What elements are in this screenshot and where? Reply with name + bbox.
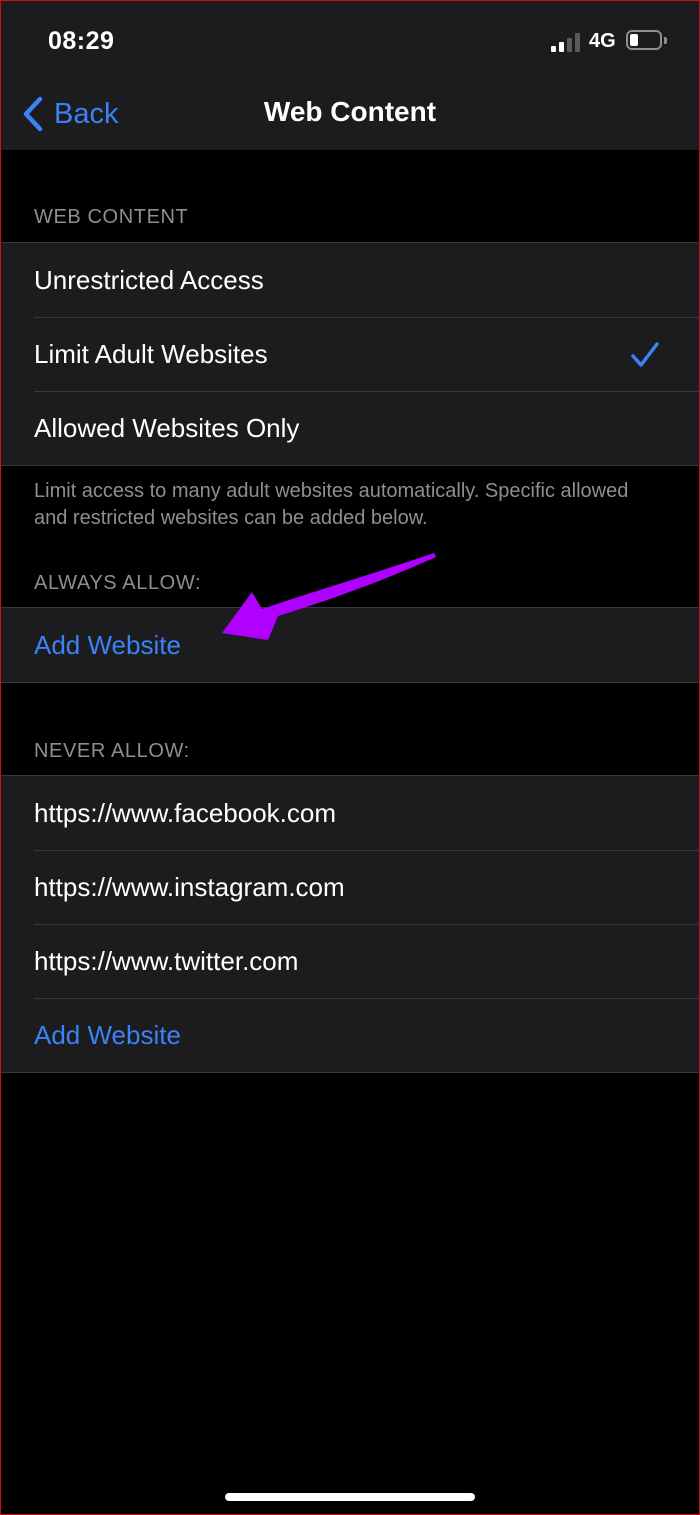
- web-content-footer-note: Limit access to many adult websites auto…: [34, 480, 629, 529]
- blocked-site-row[interactable]: https://www.facebook.com: [0, 776, 700, 850]
- checkmark-icon: [631, 342, 659, 367]
- section-header-always-allow: ALWAYS ALLOW:: [34, 572, 202, 594]
- battery-icon: [626, 30, 662, 50]
- always-allow-group: Add Website: [0, 607, 700, 683]
- signal-icon: [551, 32, 583, 52]
- section-header-never-allow: NEVER ALLOW:: [34, 740, 190, 762]
- blocked-site-url: https://www.instagram.com: [34, 871, 345, 902]
- never-allow-group: https://www.facebook.com https://www.ins…: [0, 775, 700, 1073]
- option-limit-adult-websites[interactable]: Limit Adult Websites: [0, 317, 700, 391]
- navigation-bar: Back Web Content: [0, 80, 700, 150]
- add-website-label: Add Website: [34, 629, 181, 660]
- option-label: Allowed Websites Only: [34, 412, 300, 443]
- blocked-site-row[interactable]: https://www.twitter.com: [0, 924, 700, 998]
- blocked-site-url: https://www.facebook.com: [34, 797, 337, 828]
- battery-level: [630, 34, 638, 46]
- status-time: 08:29: [48, 27, 115, 55]
- web-content-options: Unrestricted Access Limit Adult Websites…: [0, 242, 700, 466]
- option-label: Unrestricted Access: [34, 264, 264, 295]
- network-type: 4G: [589, 30, 616, 52]
- always-allow-add-website-button[interactable]: Add Website: [0, 608, 700, 682]
- battery-cap: [664, 37, 667, 44]
- page-title: Web Content: [263, 96, 437, 127]
- section-header-web-content: WEB CONTENT: [34, 206, 189, 228]
- status-bar: 08:29 4G: [0, 0, 700, 80]
- option-allowed-websites-only[interactable]: Allowed Websites Only: [0, 391, 700, 465]
- home-indicator[interactable]: [225, 1493, 475, 1501]
- option-label: Limit Adult Websites: [34, 338, 268, 369]
- blocked-site-row[interactable]: https://www.instagram.com: [0, 850, 700, 924]
- add-website-label: Add Website: [34, 1019, 181, 1050]
- never-allow-add-website-button[interactable]: Add Website: [0, 998, 700, 1072]
- option-unrestricted-access[interactable]: Unrestricted Access: [0, 243, 700, 317]
- blocked-site-url: https://www.twitter.com: [34, 945, 299, 976]
